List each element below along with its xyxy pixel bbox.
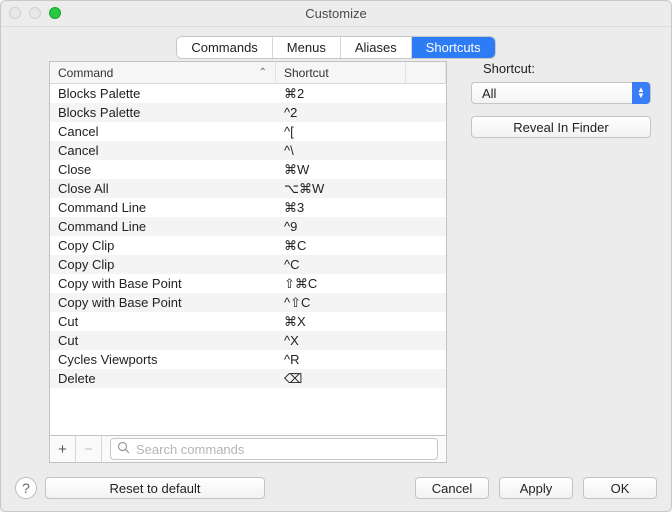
add-remove-controls: + −: [50, 436, 102, 462]
cell-command: Close All: [50, 181, 276, 196]
cell-command: Copy with Base Point: [50, 276, 276, 291]
table-row[interactable]: Copy Clip⌘C: [50, 236, 446, 255]
shortcut-label: Shortcut:: [483, 61, 657, 76]
cell-command: Cut: [50, 333, 276, 348]
apply-label: Apply: [520, 481, 553, 496]
cell-shortcut: ^[: [276, 124, 446, 139]
column-header-spacer: [406, 62, 446, 83]
table-body: Blocks Palette⌘2Blocks Palette^2Cancel^[…: [50, 84, 446, 435]
apply-button[interactable]: Apply: [499, 477, 573, 499]
table-row[interactable]: Blocks Palette⌘2: [50, 84, 446, 103]
column-header-shortcut[interactable]: Shortcut: [276, 62, 406, 83]
tab-aliases[interactable]: Aliases: [341, 37, 412, 58]
tab-commands[interactable]: Commands: [177, 37, 272, 58]
footer: ? Reset to default Cancel Apply OK: [15, 477, 657, 499]
shortcut-filter-value: All: [482, 86, 496, 101]
cell-command: Cut: [50, 314, 276, 329]
cell-shortcut: ^9: [276, 219, 446, 234]
table-row[interactable]: Copy Clip^C: [50, 255, 446, 274]
sort-asc-icon: ⌃: [259, 67, 267, 78]
shortcut-filter-popup[interactable]: All ▲▼: [471, 82, 651, 104]
shortcuts-table-pane: Command ⌃ Shortcut Blocks Palette⌘2Block…: [49, 61, 447, 463]
table-row[interactable]: Copy with Base Point⇧⌘C: [50, 274, 446, 293]
remove-button[interactable]: −: [76, 436, 102, 462]
cell-shortcut: ⌘3: [276, 200, 446, 216]
ok-button[interactable]: OK: [583, 477, 657, 499]
cell-shortcut: ^2: [276, 105, 446, 120]
content: Command ⌃ Shortcut Blocks Palette⌘2Block…: [15, 61, 657, 463]
table-row[interactable]: Command Line⌘3: [50, 198, 446, 217]
customize-window: Customize CommandsMenusAliasesShortcuts …: [0, 0, 672, 512]
cancel-button[interactable]: Cancel: [415, 477, 489, 499]
zoom-window-icon[interactable]: [49, 7, 61, 19]
window-title: Customize: [305, 6, 366, 21]
titlebar: Customize: [1, 1, 671, 27]
reset-to-default-button[interactable]: Reset to default: [45, 477, 265, 499]
table-row[interactable]: Cancel^\: [50, 141, 446, 160]
cell-command: Command Line: [50, 219, 276, 234]
search-field[interactable]: [110, 438, 438, 460]
cell-shortcut: ^⇧C: [276, 295, 446, 311]
column-header-shortcut-label: Shortcut: [284, 66, 329, 80]
ok-label: OK: [611, 481, 630, 496]
table-row[interactable]: Cancel^[: [50, 122, 446, 141]
cell-command: Cycles Viewports: [50, 352, 276, 367]
search-input[interactable]: [134, 441, 431, 458]
column-header-command-label: Command: [58, 66, 113, 80]
cell-command: Close: [50, 162, 276, 177]
cell-command: Cancel: [50, 124, 276, 139]
table-controls: + −: [49, 435, 447, 463]
cell-shortcut: ^R: [276, 352, 446, 367]
cell-shortcut: ⌘2: [276, 86, 446, 102]
cell-command: Command Line: [50, 200, 276, 215]
cell-command: Copy Clip: [50, 238, 276, 253]
popup-arrows-icon: ▲▼: [632, 82, 650, 104]
cell-command: Blocks Palette: [50, 86, 276, 101]
table-row[interactable]: Close⌘W: [50, 160, 446, 179]
window-controls: [9, 7, 61, 19]
table-row[interactable]: Close All⌥⌘W: [50, 179, 446, 198]
add-button[interactable]: +: [50, 436, 76, 462]
cell-command: Blocks Palette: [50, 105, 276, 120]
tab-menus[interactable]: Menus: [273, 37, 341, 58]
table-row[interactable]: Copy with Base Point^⇧C: [50, 293, 446, 312]
table-header-row: Command ⌃ Shortcut: [50, 62, 446, 84]
shortcut-filter-pane: Shortcut: All ▲▼ Reveal In Finder: [465, 61, 657, 138]
table-row[interactable]: Blocks Palette^2: [50, 103, 446, 122]
table-row[interactable]: Delete⌫: [50, 369, 446, 388]
cell-shortcut: ⇧⌘C: [276, 276, 446, 292]
cell-command: Delete: [50, 371, 276, 386]
cell-shortcut: ^\: [276, 143, 446, 158]
close-window-icon[interactable]: [9, 7, 21, 19]
minimize-window-icon[interactable]: [29, 7, 41, 19]
cell-command: Copy Clip: [50, 257, 276, 272]
cell-shortcut: ⌘X: [276, 314, 446, 330]
table-row[interactable]: Command Line^9: [50, 217, 446, 236]
cell-shortcut: ⌥⌘W: [276, 181, 446, 197]
cancel-label: Cancel: [432, 481, 472, 496]
help-icon: ?: [22, 480, 30, 496]
reset-label: Reset to default: [109, 481, 200, 496]
reveal-in-finder-label: Reveal In Finder: [513, 120, 608, 135]
table-row[interactable]: Cut^X: [50, 331, 446, 350]
table-row[interactable]: Cycles Viewports^R: [50, 350, 446, 369]
cell-shortcut: ⌘C: [276, 238, 446, 254]
help-button[interactable]: ?: [15, 477, 37, 499]
cell-shortcut: ⌘W: [276, 162, 446, 178]
cell-shortcut: ^C: [276, 257, 446, 272]
cell-shortcut: ⌫: [276, 371, 446, 387]
search-icon: [117, 441, 130, 457]
cell-command: Cancel: [50, 143, 276, 158]
cell-command: Copy with Base Point: [50, 295, 276, 310]
tab-shortcuts[interactable]: Shortcuts: [412, 37, 495, 58]
column-header-command[interactable]: Command ⌃: [50, 62, 276, 83]
shortcuts-table: Command ⌃ Shortcut Blocks Palette⌘2Block…: [49, 61, 447, 435]
cell-shortcut: ^X: [276, 333, 446, 348]
reveal-in-finder-button[interactable]: Reveal In Finder: [471, 116, 651, 138]
table-row[interactable]: Cut⌘X: [50, 312, 446, 331]
